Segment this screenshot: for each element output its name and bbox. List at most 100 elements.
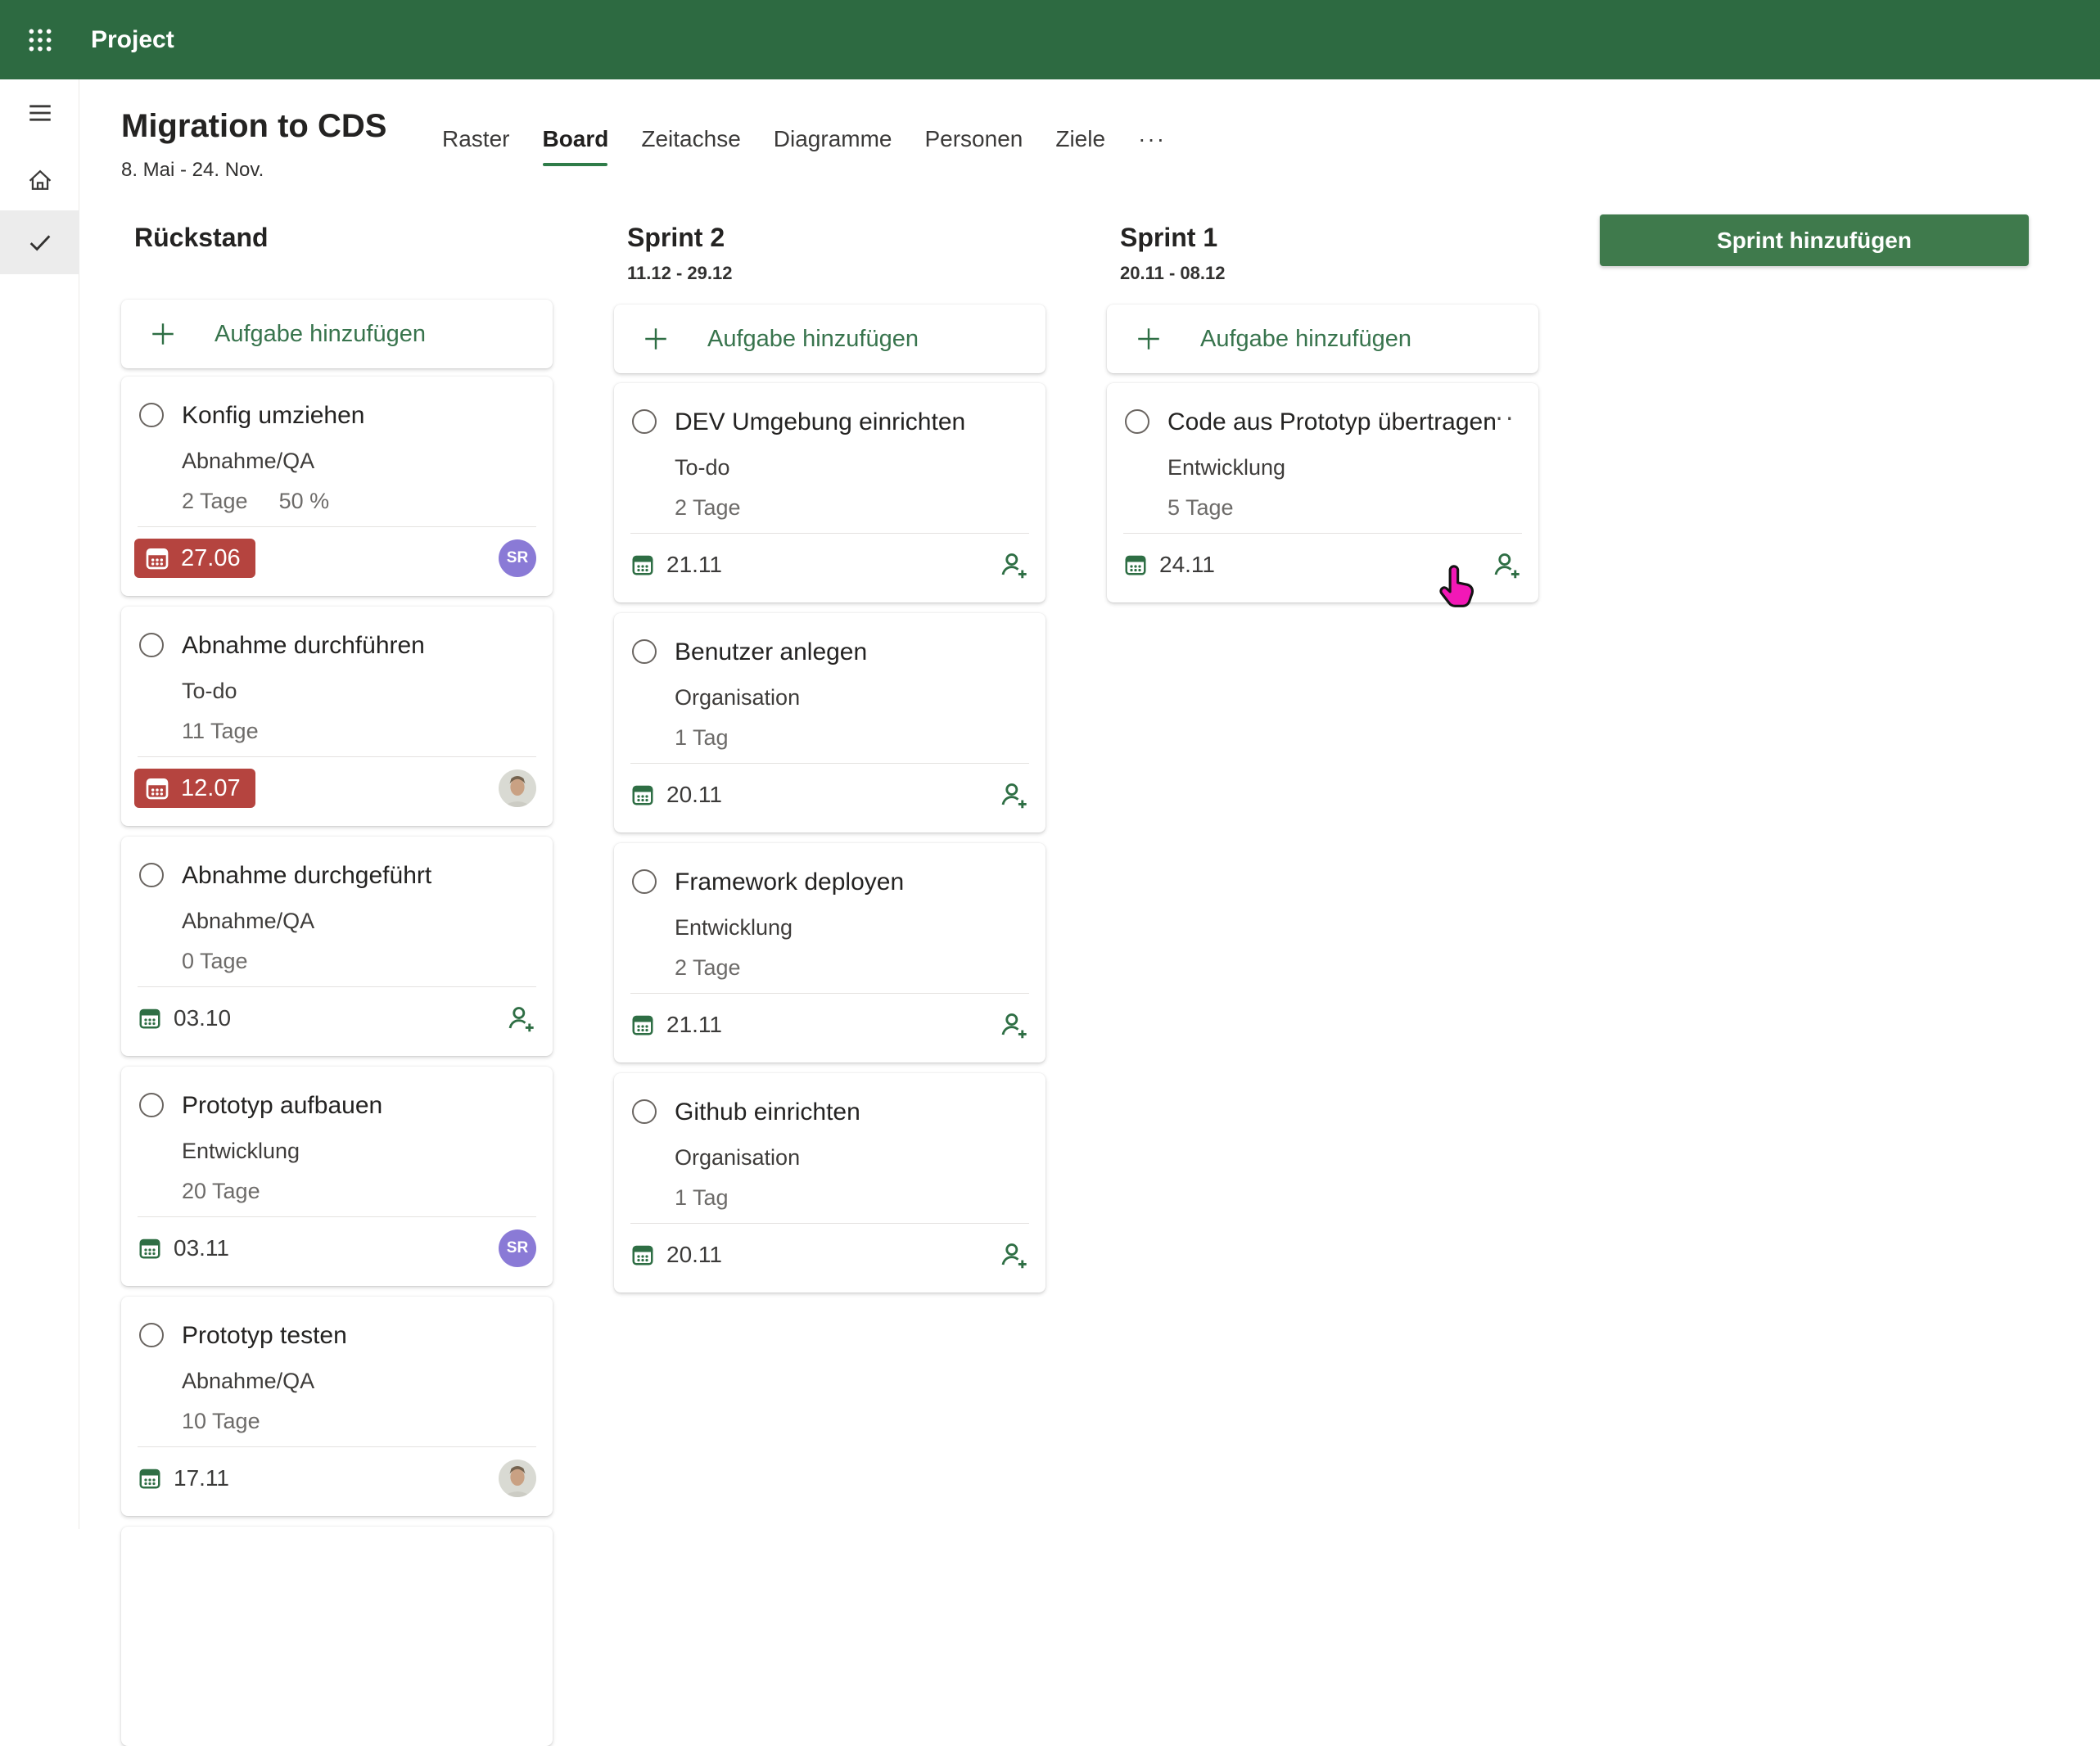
due-date-text: 27.06 bbox=[181, 545, 241, 572]
calendar-icon bbox=[138, 1006, 162, 1031]
task-complete-checkbox[interactable] bbox=[139, 1093, 164, 1117]
due-date-text: 21.11 bbox=[666, 1012, 722, 1038]
card-footer: 24.11 bbox=[1120, 542, 1522, 588]
task-percent-complete: 50 % bbox=[279, 489, 330, 513]
column-date-range: 20.11 - 08.12 bbox=[1120, 264, 1538, 283]
assign-person-button[interactable] bbox=[505, 1003, 536, 1034]
task-bucket-label: Organisation bbox=[675, 1145, 800, 1171]
task-menu-button[interactable]: ··· bbox=[1479, 401, 1520, 432]
task-complete-checkbox[interactable] bbox=[139, 863, 164, 887]
card-divider bbox=[630, 1223, 1029, 1224]
task-card[interactable]: DEV Umgebung einrichten To-do 2 Tage 21.… bbox=[614, 383, 1045, 602]
assign-person-button[interactable] bbox=[998, 1239, 1029, 1270]
task-duration: 1 Tag bbox=[675, 1185, 729, 1211]
task-complete-checkbox[interactable] bbox=[139, 633, 164, 657]
home-button[interactable] bbox=[0, 156, 79, 204]
task-bucket-label: Entwicklung bbox=[1167, 455, 1285, 480]
due-date-text: 21.11 bbox=[666, 552, 722, 578]
card-divider bbox=[630, 993, 1029, 994]
task-bucket-label: Organisation bbox=[675, 685, 800, 711]
sidebar-item-tasks-selected[interactable] bbox=[0, 210, 79, 274]
add-sprint-button[interactable]: Sprint hinzufügen bbox=[1600, 214, 2029, 266]
task-complete-checkbox[interactable] bbox=[632, 409, 657, 434]
task-title: Prototyp testen bbox=[182, 1322, 347, 1350]
calendar-icon bbox=[1123, 553, 1148, 577]
tab-zeitachse[interactable]: Zeitachse bbox=[641, 123, 740, 166]
task-complete-checkbox[interactable] bbox=[632, 869, 657, 894]
add-task-label: Aufgabe hinzufügen bbox=[1200, 326, 1411, 353]
task-card[interactable]: Abnahme durchgeführt Abnahme/QA 0 Tage 0… bbox=[121, 837, 553, 1056]
waffle-icon bbox=[26, 26, 54, 54]
add-task-button[interactable]: Aufgabe hinzufügen bbox=[1107, 305, 1538, 373]
assign-person-button[interactable] bbox=[1491, 549, 1522, 580]
due-date-text: 17.11 bbox=[174, 1465, 229, 1491]
hamburger-icon bbox=[26, 99, 54, 127]
card-footer: 21.11 bbox=[627, 542, 1029, 588]
task-duration: 2 Tage50 % bbox=[182, 489, 329, 514]
plus-icon bbox=[1135, 325, 1163, 353]
task-complete-checkbox[interactable] bbox=[632, 1099, 657, 1124]
task-card[interactable]: Benutzer anlegen Organisation 1 Tag 20.1… bbox=[614, 613, 1045, 832]
person-add-icon bbox=[998, 549, 1029, 580]
tab-raster[interactable]: Raster bbox=[442, 123, 509, 166]
tab-board[interactable]: Board bbox=[542, 123, 608, 166]
due-date-text: 03.10 bbox=[174, 1005, 231, 1031]
person-photo bbox=[499, 769, 536, 807]
card-divider bbox=[138, 526, 536, 527]
task-card[interactable]: Code aus Prototyp übertragen ··· Entwick… bbox=[1107, 383, 1538, 602]
task-card[interactable]: Github einrichten Organisation 1 Tag 20.… bbox=[614, 1073, 1045, 1293]
board-column-backlog: Rückstand Aufgabe hinzufügen Konfig umzi… bbox=[121, 206, 553, 1746]
task-complete-checkbox[interactable] bbox=[139, 403, 164, 427]
task-card[interactable]: Prototyp testen Abnahme/QA 10 Tage 17.11 bbox=[121, 1297, 553, 1516]
card-footer: 03.11 SR bbox=[134, 1225, 536, 1271]
due-date: 20.11 bbox=[630, 1242, 722, 1268]
task-duration: 1 Tag bbox=[675, 725, 729, 751]
person-add-icon bbox=[1491, 549, 1522, 580]
task-duration: 20 Tage bbox=[182, 1179, 260, 1204]
tab-diagramme[interactable]: Diagramme bbox=[774, 123, 892, 166]
assign-person-button[interactable] bbox=[998, 779, 1029, 810]
column-title: Sprint 2 bbox=[627, 221, 1045, 254]
due-date-text: 24.11 bbox=[1159, 552, 1215, 578]
assignee-avatar-photo[interactable] bbox=[499, 1460, 536, 1497]
tab-ziele[interactable]: Ziele bbox=[1055, 123, 1105, 166]
task-card[interactable]: Konfig umziehen Abnahme/QA 2 Tage50 % 27… bbox=[121, 377, 553, 596]
card-divider bbox=[138, 1446, 536, 1447]
tab-personen[interactable]: Personen bbox=[924, 123, 1023, 166]
due-date: 21.11 bbox=[630, 552, 722, 578]
assignee-avatar-photo[interactable] bbox=[499, 769, 536, 807]
calendar-icon bbox=[630, 783, 655, 807]
task-title: Code aus Prototyp übertragen bbox=[1167, 408, 1497, 436]
task-bucket-label: To-do bbox=[182, 679, 237, 704]
task-bucket-label: To-do bbox=[675, 455, 730, 480]
due-date-text: 20.11 bbox=[666, 1242, 722, 1268]
task-card[interactable]: Prototyp aufbauen Entwicklung 20 Tage 03… bbox=[121, 1067, 553, 1286]
assign-person-button[interactable] bbox=[998, 1009, 1029, 1040]
assignee-avatar[interactable]: SR bbox=[499, 539, 536, 577]
task-duration: 0 Tage bbox=[182, 949, 248, 974]
add-task-button[interactable]: Aufgabe hinzufügen bbox=[121, 300, 553, 368]
task-complete-checkbox[interactable] bbox=[632, 639, 657, 664]
task-complete-checkbox[interactable] bbox=[139, 1323, 164, 1347]
task-card-partial[interactable] bbox=[121, 1527, 553, 1746]
menu-button[interactable] bbox=[0, 89, 79, 137]
task-title: Abnahme durchführen bbox=[182, 632, 425, 660]
column-date-range: 11.12 - 29.12 bbox=[627, 264, 1045, 283]
due-date: 03.10 bbox=[138, 1005, 231, 1031]
task-card[interactable]: Framework deployen Entwicklung 2 Tage 21… bbox=[614, 843, 1045, 1062]
home-icon bbox=[26, 166, 54, 194]
task-card[interactable]: Abnahme durchführen To-do 11 Tage 12.07 bbox=[121, 607, 553, 826]
assign-person-button[interactable] bbox=[998, 549, 1029, 580]
card-footer: 27.06 SR bbox=[134, 535, 536, 581]
task-title: Benutzer anlegen bbox=[675, 638, 867, 666]
person-add-icon bbox=[998, 1009, 1029, 1040]
due-date: 21.11 bbox=[630, 1012, 722, 1038]
tab-overflow-button[interactable]: ··· bbox=[1138, 123, 1166, 166]
task-complete-checkbox[interactable] bbox=[1125, 409, 1149, 434]
due-date-badge-late: 12.07 bbox=[134, 769, 255, 808]
assignee-avatar[interactable]: SR bbox=[499, 1229, 536, 1267]
add-task-button[interactable]: Aufgabe hinzufügen bbox=[614, 305, 1045, 373]
app-launcher-button[interactable] bbox=[0, 0, 79, 79]
page-title: Migration to CDS bbox=[121, 106, 386, 146]
card-footer: 17.11 bbox=[134, 1455, 536, 1501]
